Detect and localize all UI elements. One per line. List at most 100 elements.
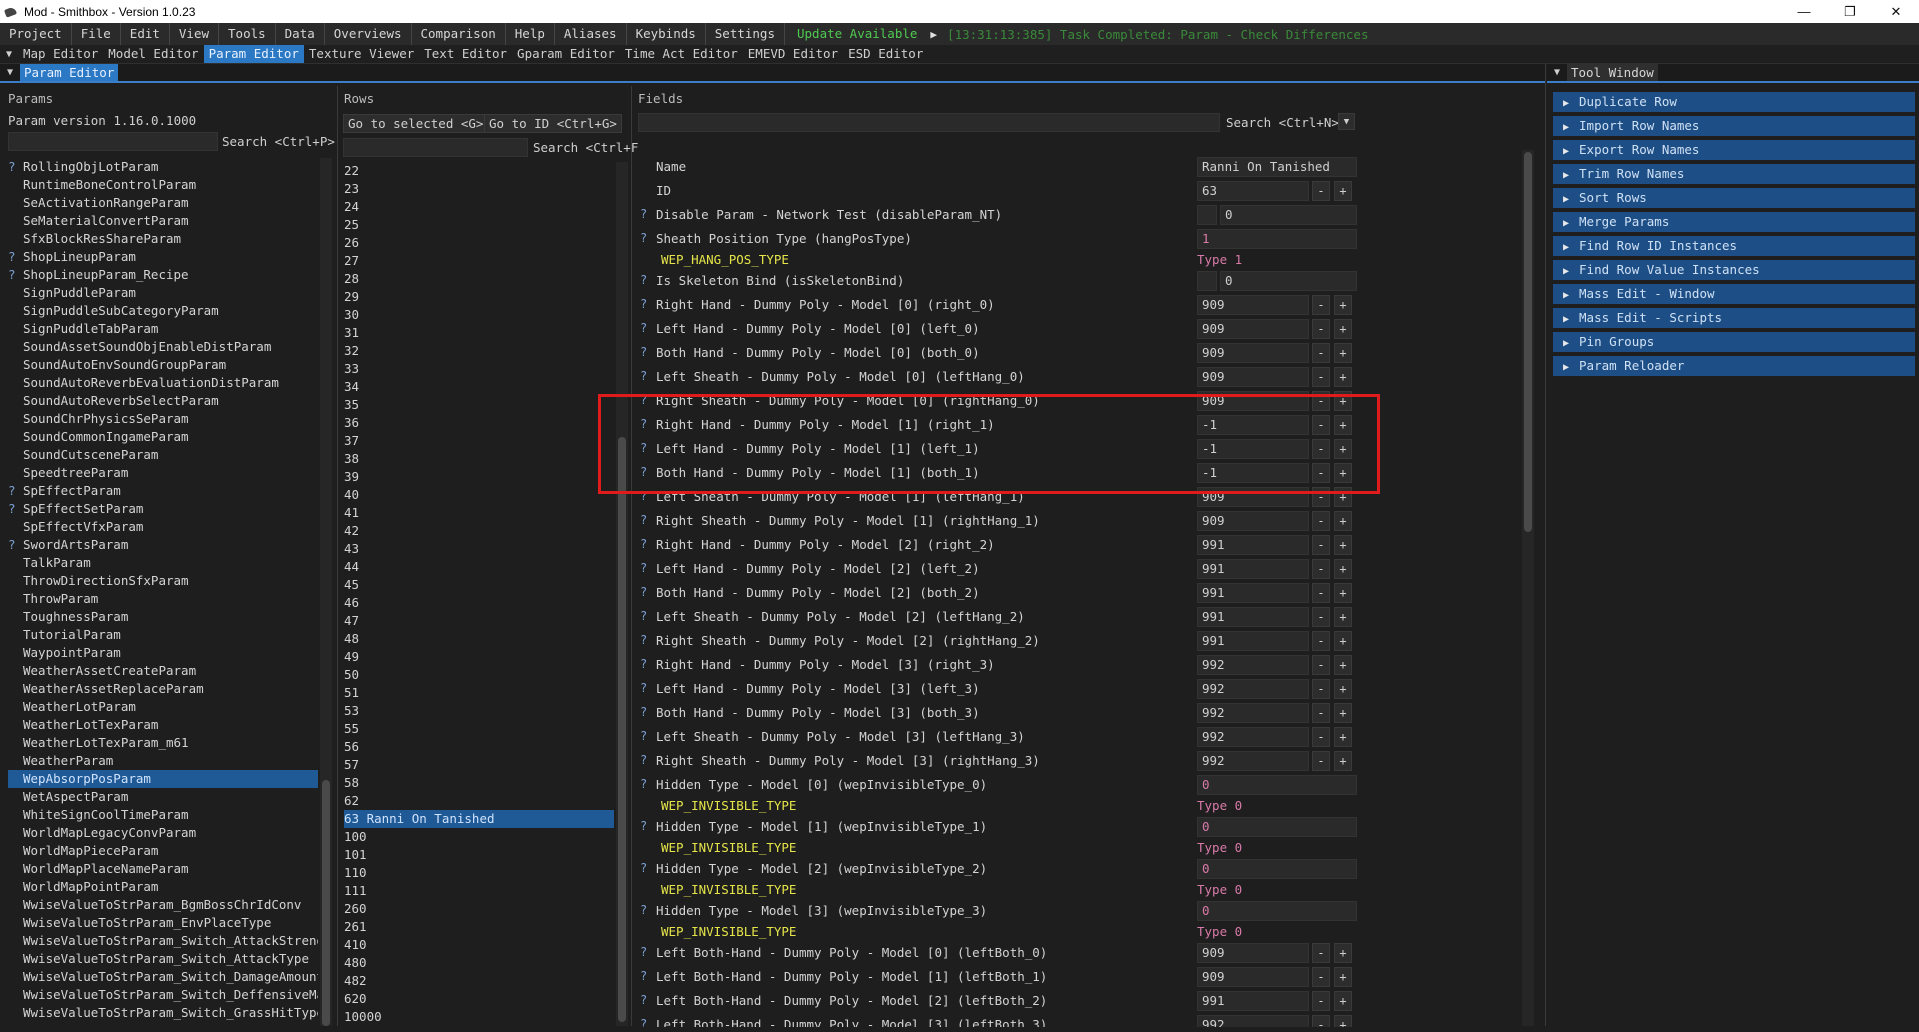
increment-button[interactable]: + xyxy=(1334,415,1352,435)
tool-pin-groups[interactable]: ▶ Pin Groups xyxy=(1553,332,1915,352)
minimize-button[interactable]: — xyxy=(1781,0,1827,23)
help-icon[interactable]: ? xyxy=(8,500,16,518)
help-icon[interactable]: ? xyxy=(640,585,647,599)
help-icon[interactable]: ? xyxy=(640,1017,647,1027)
row-item[interactable]: 49 xyxy=(344,648,614,666)
field-value-input[interactable]: -1 xyxy=(1197,415,1309,435)
row-item[interactable]: 53 xyxy=(344,702,614,720)
divider[interactable] xyxy=(1545,64,1546,1026)
param-item-shoplineupparam[interactable]: ? ShopLineupParam xyxy=(8,248,318,266)
increment-button[interactable]: + xyxy=(1334,319,1352,339)
field-value-input[interactable]: 992 xyxy=(1197,727,1309,747)
param-item-speffectvfxparam[interactable]: SpEffectVfxParam xyxy=(8,518,318,536)
param-item-wwisevaluetostrparam-envplacetype[interactable]: WwiseValueToStrParam_EnvPlaceType xyxy=(8,914,318,932)
help-icon[interactable]: ? xyxy=(8,536,16,554)
field-value-input[interactable]: 992 xyxy=(1197,1015,1309,1027)
help-icon[interactable]: ? xyxy=(640,633,647,647)
rows-search-input[interactable] xyxy=(343,138,528,157)
divider[interactable] xyxy=(337,86,338,1026)
fields-dropdown-button[interactable]: ▼ xyxy=(1338,113,1355,130)
field-value-input[interactable]: 0 xyxy=(1197,859,1357,879)
field-value-input[interactable]: 0 xyxy=(1220,205,1357,225)
increment-button[interactable]: + xyxy=(1334,727,1352,747)
param-item-speedtreeparam[interactable]: SpeedtreeParam xyxy=(8,464,318,482)
help-icon[interactable]: ? xyxy=(8,248,16,266)
param-item-soundautoreverbevaluationdistparam[interactable]: SoundAutoReverbEvaluationDistParam xyxy=(8,374,318,392)
decrement-button[interactable]: - xyxy=(1312,367,1330,387)
param-item-soundassetsoundobjenabledistparam[interactable]: SoundAssetSoundObjEnableDistParam xyxy=(8,338,318,356)
field-value-input[interactable]: 909 xyxy=(1197,511,1309,531)
row-item[interactable]: 27 xyxy=(344,252,614,270)
param-item-seactivationrangeparam[interactable]: SeActivationRangeParam xyxy=(8,194,318,212)
help-icon[interactable]: ? xyxy=(640,297,647,311)
row-item[interactable]: 410 xyxy=(344,936,614,954)
tool-window-title[interactable]: Tool Window xyxy=(1567,64,1658,81)
increment-button[interactable]: + xyxy=(1334,535,1352,555)
param-item-weatherparam[interactable]: WeatherParam xyxy=(8,752,318,770)
param-item-talkparam[interactable]: TalkParam xyxy=(8,554,318,572)
help-icon[interactable]: ? xyxy=(640,537,647,551)
param-item-whitesigncooltimeparam[interactable]: WhiteSignCoolTimeParam xyxy=(8,806,318,824)
collapse-arrow-icon[interactable]: ▼ xyxy=(1547,67,1567,78)
row-item[interactable]: 480 xyxy=(344,954,614,972)
tool-mass-edit-window[interactable]: ▶ Mass Edit - Window xyxy=(1553,284,1915,304)
param-item-wwisevaluetostrparam-switch-attacktype[interactable]: WwiseValueToStrParam_Switch_AttackType xyxy=(8,950,318,968)
param-item-soundautoreverbselectparam[interactable]: SoundAutoReverbSelectParam xyxy=(8,392,318,410)
decrement-button[interactable]: - xyxy=(1312,415,1330,435)
tool-trim-row-names[interactable]: ▶ Trim Row Names xyxy=(1553,164,1915,184)
decrement-button[interactable]: - xyxy=(1312,559,1330,579)
param-item-weatherlottexparam-m61[interactable]: WeatherLotTexParam_m61 xyxy=(8,734,318,752)
help-icon[interactable]: ? xyxy=(640,273,647,287)
row-item[interactable]: 24 xyxy=(344,198,614,216)
param-item-wwisevaluetostrparam-switch-damageamount[interactable]: WwiseValueToStrParam_Switch_DamageAmount xyxy=(8,968,318,986)
param-item-worldmappointparam[interactable]: WorldMapPointParam xyxy=(8,878,318,896)
collapse-arrow-icon[interactable]: ▼ xyxy=(0,49,18,60)
increment-button[interactable]: + xyxy=(1334,367,1352,387)
row-item[interactable]: 23 xyxy=(344,180,614,198)
decrement-button[interactable]: - xyxy=(1312,511,1330,531)
param-item-rollingobjlotparam[interactable]: ? RollingObjLotParam xyxy=(8,158,318,176)
decrement-button[interactable]: - xyxy=(1312,1015,1330,1027)
row-item[interactable]: 25 xyxy=(344,216,614,234)
decrement-button[interactable]: - xyxy=(1312,319,1330,339)
row-item[interactable]: 36 xyxy=(344,414,614,432)
tab-param-editor[interactable]: Param Editor xyxy=(203,45,304,63)
tab-time-act-editor[interactable]: Time Act Editor xyxy=(620,45,743,63)
row-item[interactable]: 58 xyxy=(344,774,614,792)
param-item-speffectsetparam[interactable]: ? SpEffectSetParam xyxy=(8,500,318,518)
field-value-input[interactable]: 909 xyxy=(1197,367,1309,387)
param-item-tutorialparam[interactable]: TutorialParam xyxy=(8,626,318,644)
decrement-button[interactable]: - xyxy=(1312,991,1330,1011)
param-item-speffectparam[interactable]: ? SpEffectParam xyxy=(8,482,318,500)
tab-model-editor[interactable]: Model Editor xyxy=(103,45,203,63)
fields-search-input[interactable] xyxy=(638,113,1220,132)
field-value-input[interactable]: 63 xyxy=(1197,181,1309,201)
field-value-input[interactable]: -1 xyxy=(1197,463,1309,483)
field-value-input[interactable]: -1 xyxy=(1197,439,1309,459)
decrement-button[interactable]: - xyxy=(1312,967,1330,987)
maximize-button[interactable]: ❐ xyxy=(1827,0,1873,23)
field-value-input[interactable]: 0 xyxy=(1197,775,1357,795)
decrement-button[interactable]: - xyxy=(1312,751,1330,771)
increment-button[interactable]: + xyxy=(1334,631,1352,651)
help-icon[interactable]: ? xyxy=(640,561,647,575)
field-value-input[interactable]: 0 xyxy=(1197,817,1357,837)
help-icon[interactable]: ? xyxy=(640,705,647,719)
param-item-toughnessparam[interactable]: ToughnessParam xyxy=(8,608,318,626)
param-item-weatherassetreplaceparam[interactable]: WeatherAssetReplaceParam xyxy=(8,680,318,698)
field-value-input[interactable]: 909 xyxy=(1197,943,1309,963)
field-checkbox[interactable] xyxy=(1197,205,1217,225)
row-item[interactable]: 48 xyxy=(344,630,614,648)
param-item-worldmaplegacyconvparam[interactable]: WorldMapLegacyConvParam xyxy=(8,824,318,842)
increment-button[interactable]: + xyxy=(1334,391,1352,411)
field-value-input[interactable]: 991 xyxy=(1197,535,1309,555)
help-icon[interactable]: ? xyxy=(640,465,647,479)
help-icon[interactable]: ? xyxy=(640,369,647,383)
field-checkbox[interactable] xyxy=(1197,271,1217,291)
param-item-weatherassetcreateparam[interactable]: WeatherAssetCreateParam xyxy=(8,662,318,680)
increment-button[interactable]: + xyxy=(1334,967,1352,987)
param-item-soundchrphysicsseparam[interactable]: SoundChrPhysicsSeParam xyxy=(8,410,318,428)
help-icon[interactable]: ? xyxy=(640,489,647,503)
row-item[interactable]: 57 xyxy=(344,756,614,774)
row-item[interactable]: 47 xyxy=(344,612,614,630)
